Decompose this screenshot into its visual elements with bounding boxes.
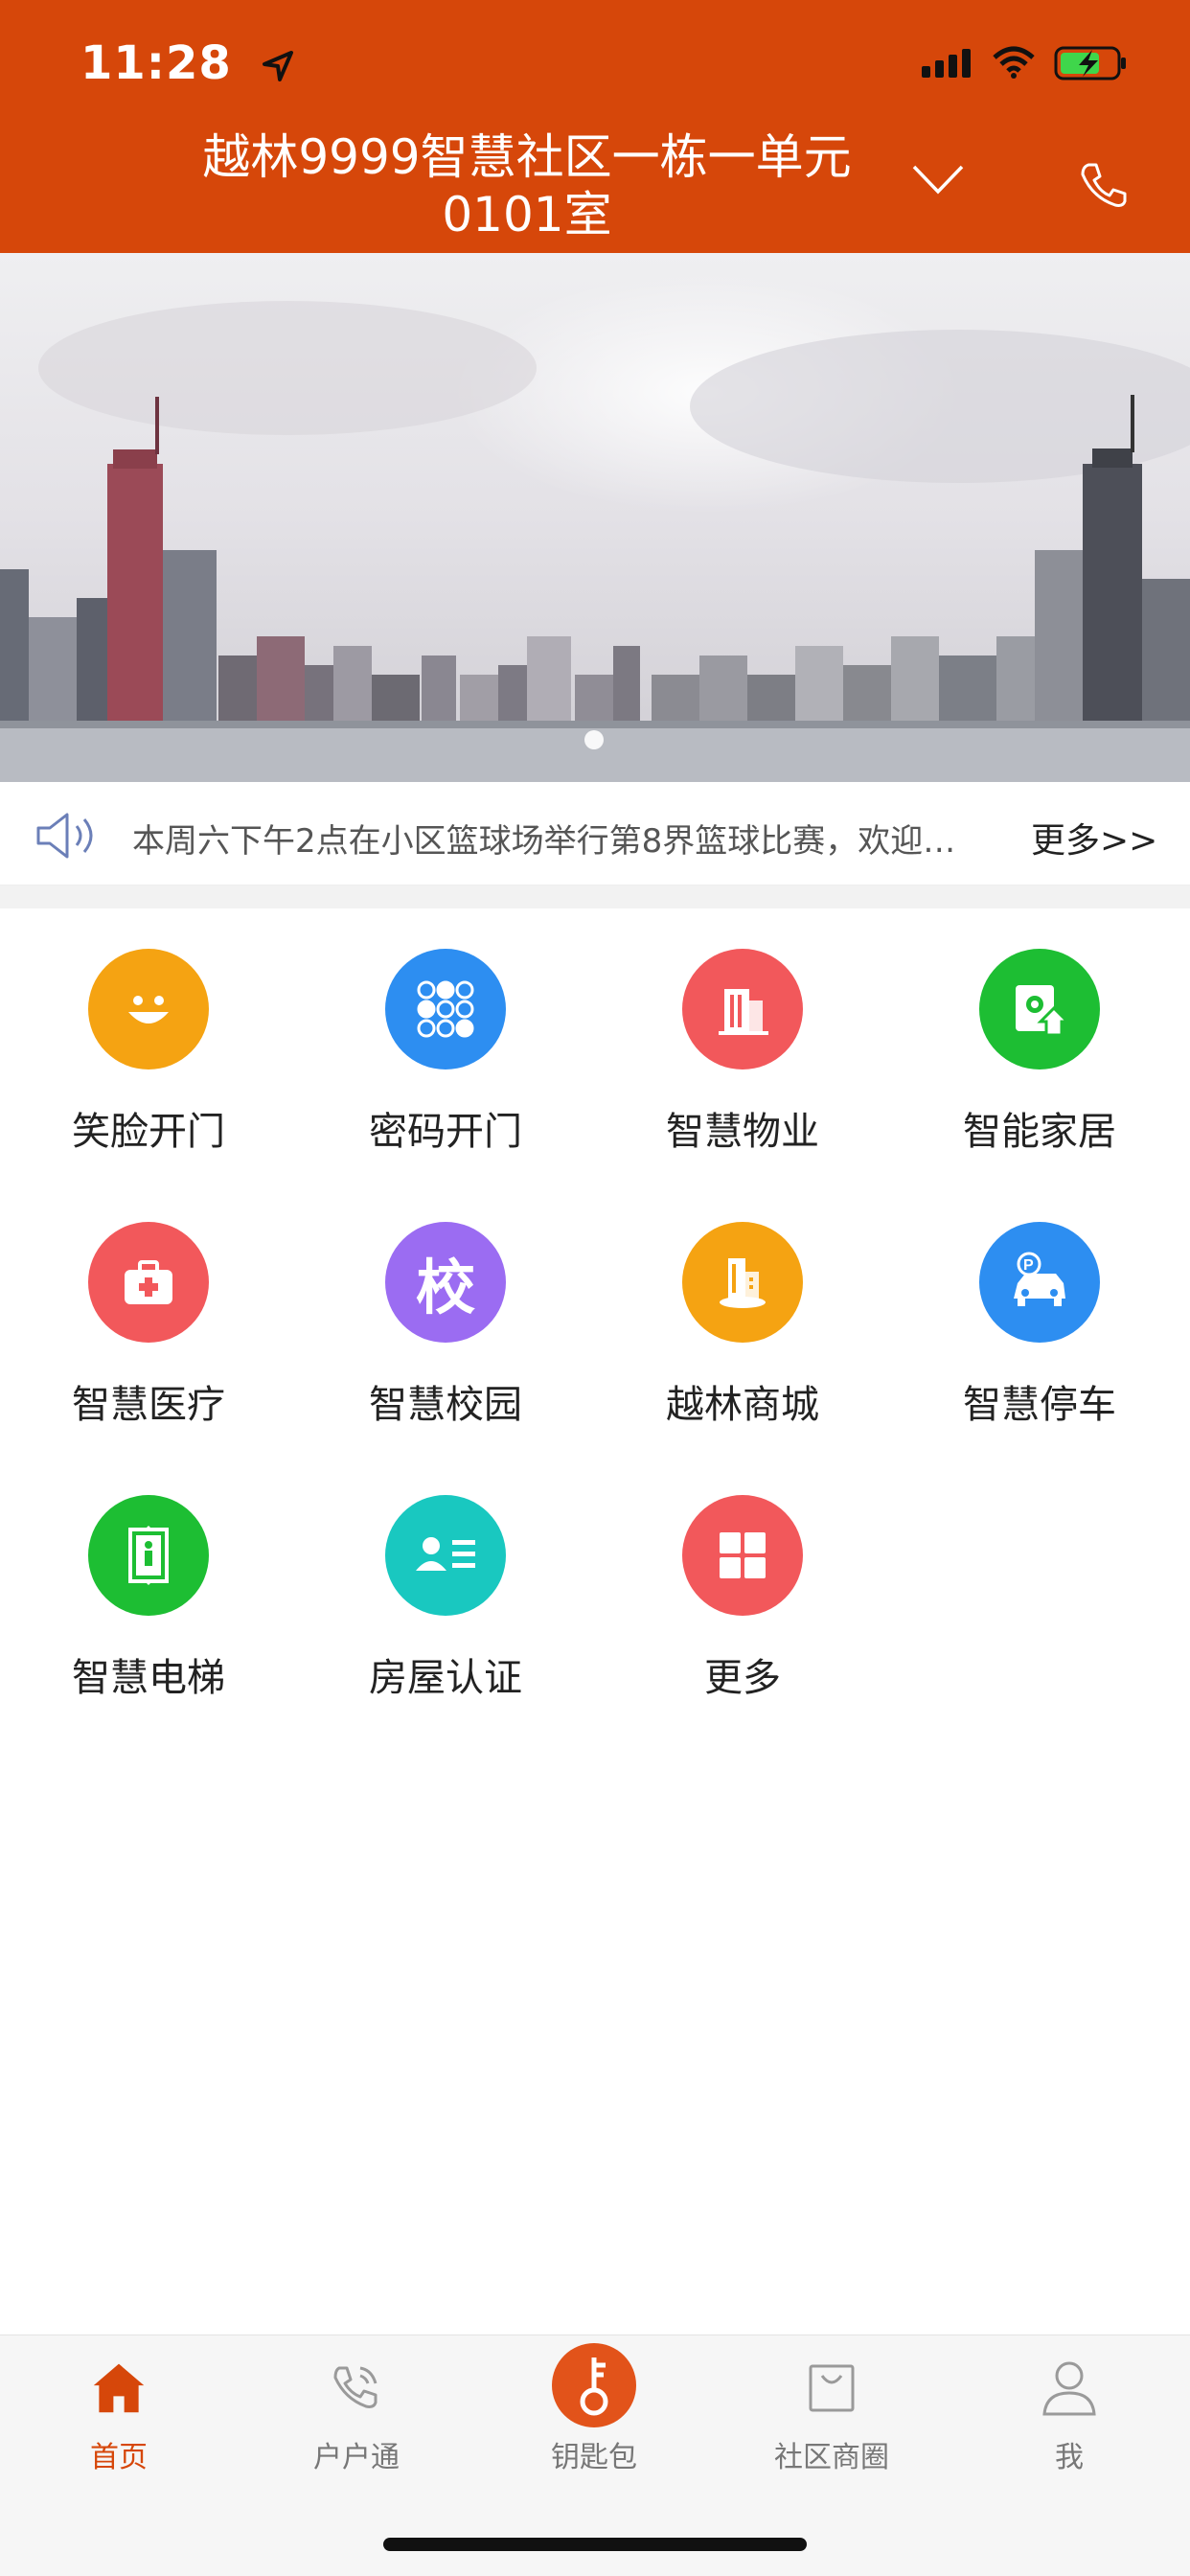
- service-smart-home[interactable]: 智能家居: [891, 908, 1188, 1154]
- medical-kit-icon: [88, 1222, 209, 1343]
- status-bar-indicators: [922, 44, 1129, 82]
- smart-home-icon: [979, 949, 1100, 1070]
- parking-car-icon: P: [979, 1222, 1100, 1343]
- notice-text[interactable]: 本周六下午2点在小区篮球场举行第8界篮球比赛，欢迎业主积极参与: [132, 815, 975, 862]
- service-label: 越林商城: [666, 1383, 819, 1427]
- id-card-icon: [385, 1495, 506, 1616]
- service-smart-medical[interactable]: 智慧医疗: [0, 1182, 297, 1427]
- service-smart-campus[interactable]: 校 智慧校园: [297, 1182, 594, 1427]
- school-glyph: 校: [415, 1253, 475, 1322]
- service-label: 智慧物业: [666, 1110, 819, 1154]
- elevator-icon: [88, 1495, 209, 1616]
- service-smart-elevator[interactable]: 智慧电梯: [0, 1455, 297, 1700]
- svg-text:P: P: [1023, 1257, 1034, 1274]
- cellular-signal-icon: [922, 49, 971, 78]
- city-skyline-image: [0, 253, 1190, 782]
- service-smart-property[interactable]: 智慧物业: [594, 908, 891, 1154]
- person-icon: [1041, 2358, 1098, 2416]
- tab-intercom[interactable]: 户户通: [238, 2353, 475, 2477]
- service-label: 智慧电梯: [72, 1656, 225, 1700]
- tab-home[interactable]: 首页: [0, 2353, 238, 2477]
- time-text: 11:28: [80, 36, 232, 90]
- wifi-icon: [993, 46, 1035, 79]
- section-divider: [0, 886, 1190, 908]
- tab-me[interactable]: 我: [950, 2353, 1188, 2477]
- location-arrow-icon: [262, 51, 293, 81]
- app-header: 11:28 越林9999智慧社区一栋一单元0101室: [0, 0, 1190, 253]
- service-label: 智慧停车: [963, 1383, 1116, 1427]
- smile-icon: [88, 949, 209, 1070]
- service-label: 房屋认证: [369, 1656, 522, 1700]
- key-icon: [552, 2343, 636, 2427]
- service-label: 智慧医疗: [72, 1383, 225, 1427]
- battery-charging-icon: [1054, 46, 1126, 80]
- school-icon: 校: [385, 1222, 506, 1343]
- service-label: 更多: [704, 1656, 781, 1700]
- tab-label: 钥匙包: [551, 2441, 637, 2474]
- service-house-certification[interactable]: 房屋认证: [297, 1455, 594, 1700]
- service-more[interactable]: 更多: [594, 1455, 891, 1700]
- service-smart-parking[interactable]: P 智慧停车: [891, 1182, 1188, 1427]
- community-title[interactable]: 越林9999智慧社区一栋一单元0101室: [153, 128, 901, 243]
- building-icon: [682, 949, 803, 1070]
- service-label: 密码开门: [369, 1110, 522, 1154]
- tab-label: 首页: [90, 2441, 148, 2474]
- keypad-icon: [385, 949, 506, 1070]
- grid-more-icon: [682, 1495, 803, 1616]
- home-indicator: [383, 2538, 807, 2551]
- tab-label: 社区商圈: [774, 2441, 889, 2474]
- carousel-indicator-dot[interactable]: [584, 730, 604, 749]
- phone-icon[interactable]: [1079, 161, 1127, 209]
- banner-carousel[interactable]: [0, 253, 1190, 782]
- shopping-bag-icon: [803, 2358, 860, 2416]
- mall-icon: [682, 1222, 803, 1343]
- home-icon: [90, 2358, 148, 2416]
- tab-label: 我: [1055, 2441, 1084, 2474]
- service-yuelin-mall[interactable]: 越林商城: [594, 1182, 891, 1427]
- phone-call-icon: [328, 2358, 385, 2416]
- notice-more-link[interactable]: 更多>>: [1031, 813, 1157, 862]
- status-bar-time: 11:28: [80, 36, 297, 90]
- service-password-door[interactable]: 密码开门: [297, 908, 594, 1154]
- tab-community-business[interactable]: 社区商圈: [713, 2353, 950, 2477]
- service-label: 智慧校园: [369, 1383, 522, 1427]
- tab-keychain[interactable]: 钥匙包: [475, 2343, 713, 2477]
- service-smile-door[interactable]: 笑脸开门: [0, 908, 297, 1154]
- chevron-down-icon[interactable]: [910, 161, 966, 199]
- tab-label: 户户通: [313, 2441, 400, 2474]
- speaker-icon: [36, 813, 93, 859]
- service-label: 笑脸开门: [72, 1110, 225, 1154]
- service-label: 智能家居: [963, 1110, 1116, 1154]
- notice-bar[interactable]: 本周六下午2点在小区篮球场举行第8界篮球比赛，欢迎业主积极参与 更多>>: [0, 782, 1190, 886]
